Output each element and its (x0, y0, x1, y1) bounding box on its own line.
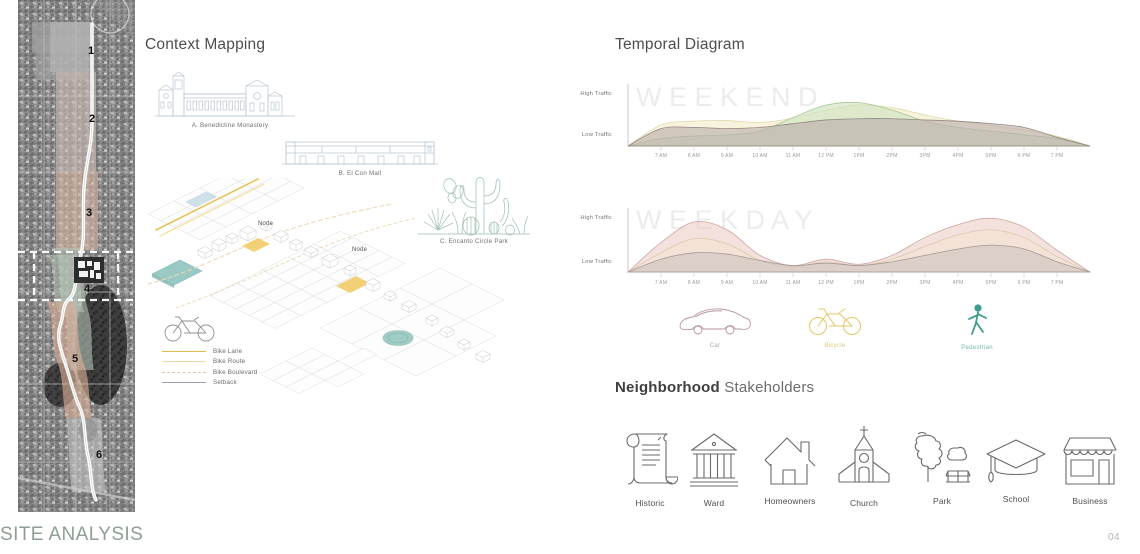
stakeholder-park: Park (904, 430, 980, 506)
house-icon (764, 437, 816, 485)
transport-mode-legend: Car Bicycle Pedestrian (660, 303, 1060, 355)
mode-label-car: Car (709, 343, 721, 349)
x-tick-weekend-10: 5PM (985, 153, 997, 159)
isometric-city-plan (140, 161, 540, 428)
node-label-1: Node (258, 221, 274, 227)
bicycle-icon (164, 316, 215, 342)
bike-legend: Bike Lane Bike Route Bike Boulevard Setb… (162, 346, 257, 388)
x-tick-weekend-0: 7 AM (654, 153, 668, 159)
site-aerial-map: 1 2 3 4 5 6 (18, 0, 135, 512)
tree-bench-icon (914, 431, 971, 483)
legend-swatch-bike-lane (162, 350, 206, 352)
storefront-icon (1063, 437, 1117, 485)
legend-row-bike-lane: Bike Lane (162, 346, 257, 357)
x-tick-weekday-8: 3PM (919, 280, 931, 286)
mall-caption: B. El Con Mall (338, 170, 382, 177)
stakeholder-label-homeowners: Homeowners (764, 496, 816, 506)
x-tick-weekend-2: 9 AM (720, 153, 734, 159)
stakeholder-label-business: Business (1072, 496, 1108, 506)
mode-label-pedestrian: Pedestrian (961, 345, 993, 351)
mode-pedestrian: Pedestrian (922, 303, 1032, 351)
x-tick-weekend-5: 12 PM (818, 153, 834, 159)
monastery-caption: A. Benedictine Monastery (191, 122, 269, 129)
legend-label-bike-boulevard: Bike Boulevard (213, 368, 258, 376)
x-tick-weekday-4: 11 AM (785, 280, 801, 286)
x-tick-weekend-8: 3PM (919, 153, 931, 159)
stakeholder-homeowners: Homeowners (752, 434, 828, 506)
x-tick-weekday-2: 9 AM (720, 280, 734, 286)
stakeholder-church: Church (826, 424, 902, 508)
aerial-map-svg: 1 2 3 4 5 6 (18, 0, 135, 512)
legend-label-setback: Setback (213, 379, 237, 387)
segment-number-3: 3 (86, 207, 92, 219)
x-tick-weekday-7: 2PM (886, 280, 898, 286)
legend-row-setback: Setback (162, 378, 257, 389)
segment-number-4: 4 (84, 283, 91, 295)
stakeholders-heading-light: Stakeholders (719, 379, 815, 396)
legend-swatch-bike-boulevard (162, 371, 206, 373)
x-tick-weekend-11: 6 PM (1017, 153, 1031, 159)
x-tick-weekend-6: 1PM (853, 153, 865, 159)
courthouse-icon (690, 433, 738, 487)
slide-root: 1 2 3 4 5 6 Context Mapping A. Benedicti… (0, 0, 1140, 554)
x-tick-weekday-9: 4PM (952, 280, 964, 286)
segment-number-5: 5 (72, 353, 78, 365)
stakeholder-label-park: Park (933, 496, 951, 506)
context-mapping-heading: Context Mapping (145, 36, 266, 53)
x-tick-weekend-4: 11 AM (785, 153, 801, 159)
legend-swatch-setback (162, 382, 206, 384)
legend-row-bike-route: Bike Route (162, 357, 257, 368)
bicycle-icon (809, 308, 861, 335)
stakeholder-label-church: Church (849, 498, 878, 508)
stakeholder-business: Business (1052, 434, 1128, 506)
church-icon (838, 426, 890, 483)
stakeholder-ward: Ward (676, 430, 752, 508)
x-tick-weekend-9: 4PM (952, 153, 964, 159)
scroll-icon (626, 433, 679, 485)
stakeholders-heading: Neighborhood Stakeholders (615, 379, 814, 396)
node-label-2: Node (352, 247, 368, 253)
bike-legend-icon-wrap (162, 313, 282, 348)
page-number: 04 (1108, 532, 1121, 543)
x-tick-weekend-12: 7 PM (1050, 153, 1064, 159)
car-icon (679, 308, 751, 335)
stakeholder-school: School (978, 436, 1054, 504)
encanto-circle-park-marker (382, 330, 414, 346)
stakeholders-row: Historic Ward Homeowners Church Park Sch… (612, 426, 1122, 518)
x-tick-weekend-1: 8 AM (687, 153, 701, 159)
x-tick-weekday-11: 6 PM (1017, 280, 1031, 286)
x-tick-weekday-10: 5PM (985, 280, 997, 286)
park-block-teal (151, 259, 203, 286)
graduation-cap-icon (986, 439, 1046, 483)
stakeholder-label-ward: Ward (703, 498, 725, 508)
legend-row-bike-boulevard: Bike Boulevard (162, 367, 257, 378)
stakeholders-heading-bold: Neighborhood (615, 379, 720, 396)
x-tick-weekday-1: 8 AM (687, 280, 701, 286)
monastery-illustration (155, 71, 305, 120)
x-tick-weekend-7: 2PM (886, 153, 898, 159)
weekend-traffic-chart (566, 78, 1096, 158)
x-tick-weekend-3: 10 AM (752, 153, 768, 159)
legend-label-bike-lane: Bike Lane (213, 347, 243, 355)
legend-swatch-bike-route (162, 361, 206, 363)
weekday-traffic-chart (566, 202, 1096, 284)
mode-bicycle: Bicycle (780, 305, 890, 349)
x-tick-weekday-0: 7 AM (654, 280, 668, 286)
legend-label-bike-route: Bike Route (213, 358, 246, 366)
x-tick-weekday-12: 7 PM (1050, 280, 1064, 286)
temporal-diagram-heading: Temporal Diagram (615, 36, 745, 53)
mode-label-bicycle: Bicycle (824, 343, 846, 349)
mode-car: Car (660, 305, 770, 349)
segment-number-6: 6 (96, 449, 102, 461)
x-tick-weekday-5: 12 PM (818, 280, 834, 286)
x-tick-weekday-3: 10 AM (752, 280, 768, 286)
slide-footer-title: SITE ANALYSIS (0, 524, 144, 545)
stakeholder-label-school: School (1002, 494, 1030, 504)
segment-number-1: 1 (88, 45, 94, 57)
x-tick-weekday-6: 1PM (853, 280, 865, 286)
pedestrian-icon (968, 304, 987, 335)
segment-number-2: 2 (89, 113, 95, 125)
mall-illustration (282, 140, 438, 168)
